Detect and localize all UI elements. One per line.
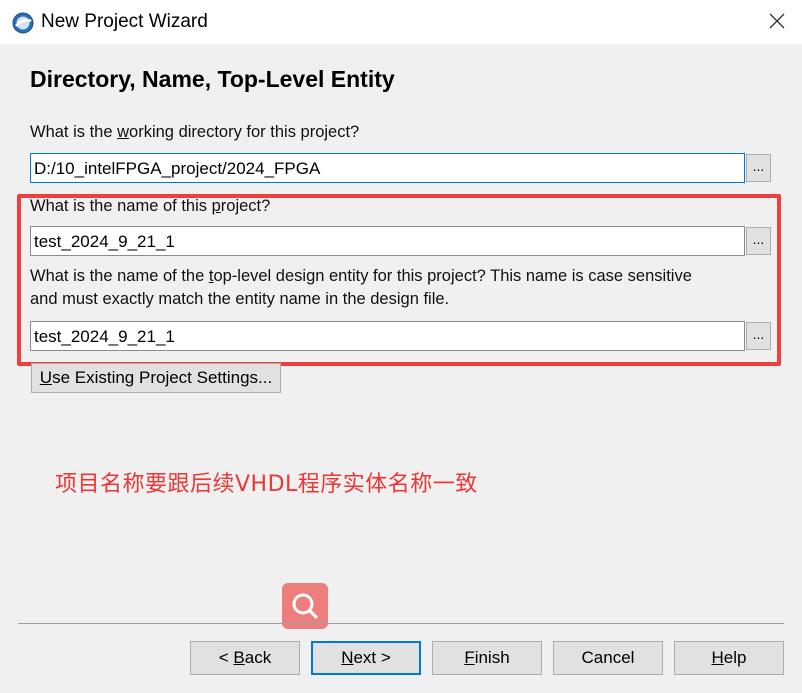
working-directory-label: What is the working directory for this p… [30, 123, 360, 141]
title-bar: New Project Wizard [0, 0, 802, 44]
page-title: Directory, Name, Top-Level Entity [30, 66, 395, 92]
working-directory-input[interactable]: D:/10_intelFPGA_project/2024_FPGA [30, 153, 745, 183]
annotation-note: 项目名称要跟后续VHDL程序实体名称一致 [55, 472, 478, 497]
cancel-button[interactable]: Cancel [553, 641, 663, 675]
close-icon[interactable] [766, 10, 788, 32]
use-existing-project-settings-button[interactable]: Use Existing Project Settings... [31, 363, 281, 393]
help-button[interactable]: Help [674, 641, 784, 675]
footer-divider [18, 623, 784, 624]
annotation-highlight-box [17, 194, 781, 366]
back-button[interactable]: < Back [190, 641, 300, 675]
quartus-globe-icon [12, 12, 34, 34]
next-button[interactable]: Next > [311, 641, 421, 675]
working-directory-browse-button[interactable]: ... [746, 154, 771, 182]
finish-button[interactable]: Finish [432, 641, 542, 675]
window-title: New Project Wizard [41, 11, 208, 32]
